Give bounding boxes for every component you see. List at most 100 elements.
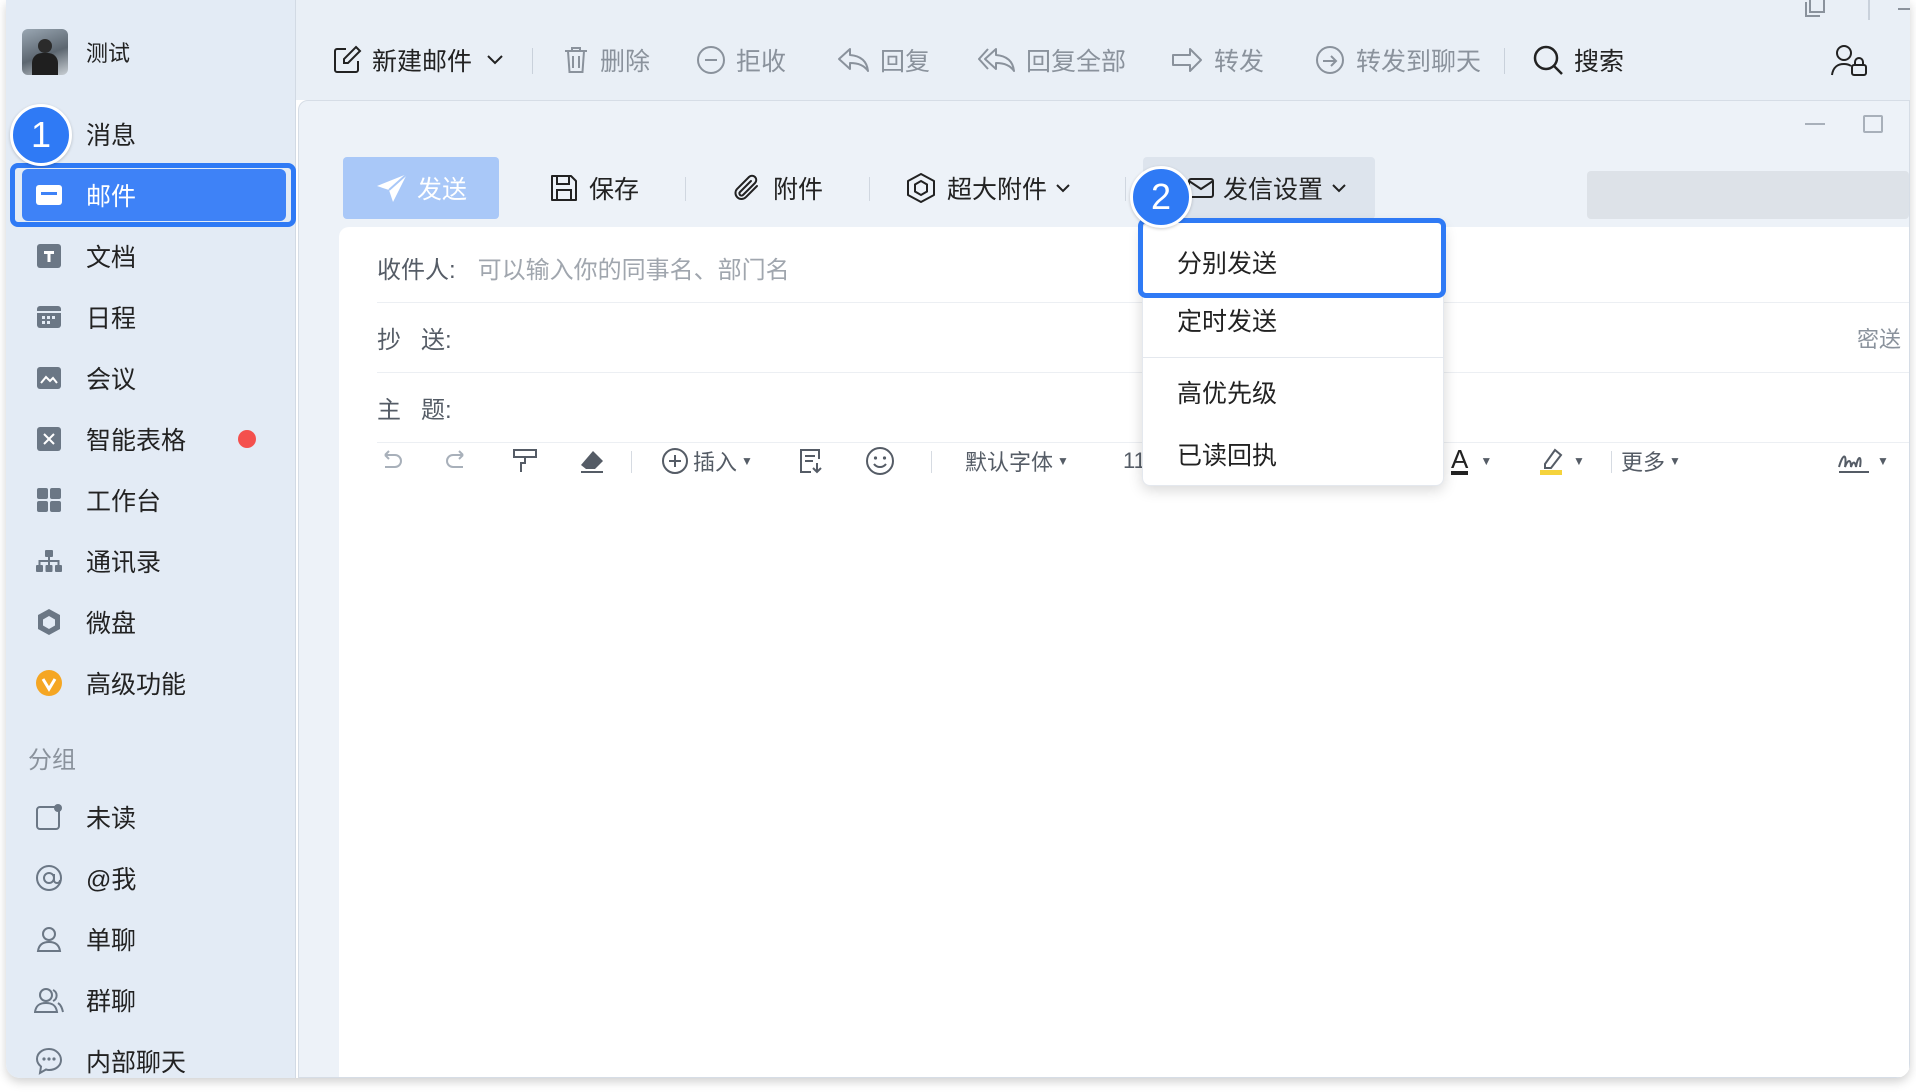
signature-button[interactable]: ▼ <box>1837 445 1889 477</box>
sidebar-group-unread[interactable]: 未读 <box>22 791 286 843</box>
eraser-icon[interactable] <box>577 445 607 477</box>
font-family-select[interactable]: 默认字体 ▼ <box>965 445 1069 477</box>
menu-item-scheduled-send[interactable]: 定时发送 <box>1143 291 1443 349</box>
reply-button[interactable]: 回复 <box>836 38 930 82</box>
caret-down-icon: ▼ <box>1480 454 1493 468</box>
sidebar-group-single-chat[interactable]: 单聊 <box>22 913 286 965</box>
forward-button[interactable]: 转发 <box>1170 38 1264 82</box>
format-divider <box>931 451 932 473</box>
sidebar-item-label: 未读 <box>86 805 137 833</box>
send-label: 发送 <box>416 176 467 204</box>
sidebar-group-group-chat[interactable]: 群聊 <box>22 974 286 1026</box>
avatar[interactable] <box>22 29 68 75</box>
highlight-button[interactable]: ▼ <box>1537 445 1585 477</box>
reject-button[interactable]: 拒收 <box>696 38 786 82</box>
more-button[interactable]: 更多 ▼ <box>1621 445 1681 477</box>
font-color-button[interactable]: A ▼ <box>1451 445 1492 477</box>
caret-down-icon: ▼ <box>1669 454 1681 468</box>
unread-icon <box>34 802 64 832</box>
compose-toolbar: 发送 保存 附件 超大附件 发信设置 <box>343 157 1909 219</box>
reply-icon <box>838 48 869 72</box>
trash-icon <box>565 47 587 73</box>
send-button[interactable]: 发送 <box>343 157 499 219</box>
font-color-label: A <box>1451 444 1469 475</box>
chevron-down-icon <box>487 55 503 65</box>
insert-label: 插入 <box>693 450 738 475</box>
drive-icon <box>34 607 64 637</box>
save-button[interactable]: 保存 <box>549 157 639 219</box>
send-icon <box>376 173 408 202</box>
more-label: 更多 <box>1621 450 1666 475</box>
delete-button[interactable]: 删除 <box>562 38 650 82</box>
signature-icon <box>1838 455 1869 473</box>
new-mail-label: 新建邮件 <box>372 48 473 76</box>
insert-button[interactable]: 插入 ▼ <box>661 445 753 477</box>
new-mail-button[interactable]: 新建邮件 <box>332 38 514 82</box>
search-icon <box>1533 45 1563 75</box>
highlighter-icon <box>1540 448 1563 475</box>
large-attachment-button[interactable]: 超大附件 <box>905 157 1071 219</box>
bcc-button[interactable]: 密送 <box>1857 322 1901 354</box>
sidebar-item-calendar[interactable]: 日程 <box>22 291 286 343</box>
minimize-window-icon[interactable] <box>1898 8 1910 10</box>
reply-label: 回复 <box>880 48 931 76</box>
chevron-down-icon <box>1056 184 1070 193</box>
font-family-value: 默认字体 <box>965 450 1054 475</box>
emoji-icon[interactable] <box>865 445 895 477</box>
profile[interactable]: 测试 <box>22 28 130 76</box>
save-label: 保存 <box>589 176 640 204</box>
caret-down-icon: ▼ <box>1877 454 1889 468</box>
sidebar-group-internal-chat[interactable]: 内部聊天 <box>22 1035 286 1078</box>
toolbar-divider <box>532 48 533 74</box>
sidebar: 测试 消息 邮件 文档 日程 会议 智能表格 工作台 通讯录 微盘 高级功能 分… <box>6 0 296 1078</box>
sidebar-item-label: 微盘 <box>86 610 137 638</box>
reply-all-button[interactable]: 回复全部 <box>978 38 1126 82</box>
template-icon[interactable] <box>797 445 825 477</box>
at-icon <box>34 863 64 893</box>
sidebar-item-label: 工作台 <box>86 488 162 516</box>
redo-icon[interactable] <box>443 445 471 477</box>
mail-toolbar: 新建邮件 删除 拒收 回复 回复全部 转发 转发到聊天 搜索 <box>296 0 1910 100</box>
toolbar-divider <box>1504 48 1505 74</box>
compose-window: 发送 保存 附件 超大附件 发信设置 收件人: 可以输入你的同事名、部门名 抄 … <box>298 100 1910 1078</box>
sidebar-item-docs[interactable]: 文档 <box>22 230 286 282</box>
toolbar-divider <box>869 177 870 201</box>
menu-item-read-receipt[interactable]: 已读回执 <box>1143 425 1443 483</box>
account-settings-button[interactable] <box>1830 38 1880 82</box>
sidebar-item-contacts[interactable]: 通讯录 <box>22 535 286 587</box>
sidebar-item-meeting[interactable]: 会议 <box>22 352 286 404</box>
maximize-icon[interactable] <box>1863 115 1883 133</box>
reply-all-label: 回复全部 <box>1026 48 1127 76</box>
sidebar-item-label: 高级功能 <box>86 671 187 699</box>
cc-label: 抄 送: <box>377 327 452 354</box>
popout-icon[interactable] <box>1802 0 1828 20</box>
minimize-icon[interactable] <box>1805 123 1825 125</box>
search-button[interactable]: 搜索 <box>1532 38 1624 82</box>
step-2-marker: 2 <box>1130 166 1192 228</box>
contacts-icon <box>34 546 64 576</box>
format-painter-icon[interactable] <box>511 445 539 477</box>
window-divider <box>1868 0 1870 20</box>
separate-send-highlight-frame <box>1138 218 1446 298</box>
sidebar-group-at-me[interactable]: @我 <box>22 852 286 904</box>
sidebar-item-label: 通讯录 <box>86 549 162 577</box>
compose-form: 收件人: 可以输入你的同事名、部门名 抄 送: 密送 主 题: 插入 ▼ 默认字… <box>339 227 1909 1077</box>
forward-to-chat-button[interactable]: 转发到聊天 <box>1314 38 1481 82</box>
attachment-button[interactable]: 附件 <box>733 157 823 219</box>
sidebar-item-label: 内部聊天 <box>86 1049 187 1077</box>
reply-all-icon <box>978 48 1015 72</box>
sidebar-item-workbench[interactable]: 工作台 <box>22 474 286 526</box>
sidebar-item-label: 文档 <box>86 244 137 272</box>
document-icon <box>34 241 64 271</box>
sidebar-item-drive[interactable]: 微盘 <box>22 596 286 648</box>
sidebar-item-label: 智能表格 <box>86 427 187 455</box>
recipient-input[interactable]: 可以输入你的同事名、部门名 <box>478 250 790 285</box>
large-attachment-label: 超大附件 <box>947 176 1048 204</box>
user-settings-icon <box>1831 45 1867 76</box>
caret-down-icon: ▼ <box>1057 454 1069 468</box>
smart-sheet-icon <box>34 424 64 454</box>
menu-item-high-priority[interactable]: 高优先级 <box>1143 363 1443 421</box>
sidebar-item-premium[interactable]: 高级功能 <box>22 657 286 709</box>
undo-icon[interactable] <box>377 445 405 477</box>
sidebar-item-label: 日程 <box>86 305 137 333</box>
